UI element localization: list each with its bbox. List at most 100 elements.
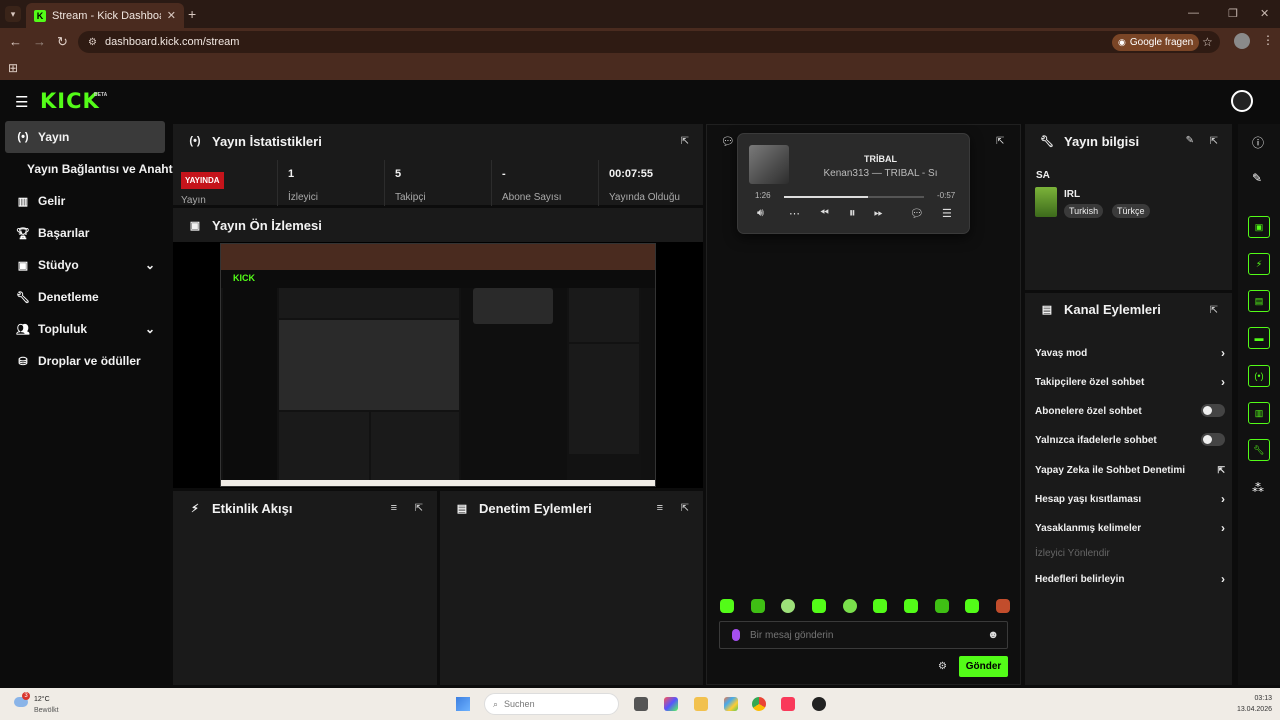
emote-icon[interactable]: [965, 599, 980, 613]
wrench-icon[interactable]: 🔧︎: [1248, 439, 1270, 461]
edit-pencil-icon[interactable]: ✎: [1186, 135, 1194, 146]
file-explorer-icon[interactable]: [694, 697, 708, 711]
site-info-icon[interactable]: ⚙: [88, 37, 97, 48]
popout-icon[interactable]: ⇱: [681, 136, 689, 147]
emote-icon[interactable]: [873, 599, 888, 613]
send-button[interactable]: Gönder: [959, 656, 1008, 677]
multistream-icon[interactable]: ⁂: [1252, 481, 1264, 495]
mini-info-panel: [569, 288, 639, 342]
popout-icon[interactable]: ⇱: [1210, 136, 1218, 147]
emote-icon[interactable]: [781, 599, 796, 613]
sidebar-item-label: Droplar ve ödüller: [38, 354, 141, 368]
task-view-icon[interactable]: [634, 697, 648, 711]
profile-avatar[interactable]: [1234, 33, 1250, 49]
google-ask-label: Google fragen: [1129, 37, 1194, 48]
emotes-only-toggle[interactable]: [1201, 433, 1225, 446]
filter-icon[interactable]: ≡: [391, 502, 397, 514]
volume-icon[interactable]: 🔊︎: [757, 207, 764, 220]
google-ask-button[interactable]: ◉ Google fragen: [1112, 34, 1200, 51]
music-app-icon[interactable]: [781, 697, 795, 711]
minimize-button[interactable]: —: [1188, 7, 1199, 19]
popout-icon[interactable]: ⇱: [415, 503, 423, 514]
sidebar-item-revenue[interactable]: ▥ Gelir: [5, 185, 165, 217]
popout-icon[interactable]: ⇱: [1210, 305, 1218, 316]
sidebar-item-moderation[interactable]: 🔧︎ Denetleme: [5, 281, 165, 313]
redirect-viewers-row: İzleyici Yönlendir: [1035, 543, 1225, 563]
emote-icon[interactable]: [934, 599, 949, 613]
app-icon[interactable]: [812, 697, 826, 711]
followers-only-row[interactable]: Takipçilere özel sohbet ›: [1035, 372, 1225, 392]
chat-message-field[interactable]: ☻: [719, 621, 1008, 649]
filter-icon[interactable]: ≡: [657, 502, 663, 514]
set-goals-row[interactable]: Hedefleri belirleyin ›: [1035, 569, 1225, 589]
mic-icon[interactable]: [732, 629, 740, 641]
taskbar-search[interactable]: ⌕ Suchen: [484, 693, 619, 715]
banned-words-row[interactable]: Yasaklanmış kelimeler ›: [1035, 518, 1225, 538]
actions-icon[interactable]: ▥: [1248, 402, 1270, 424]
reload-button[interactable]: ↻: [57, 34, 68, 50]
sidebar-item-drops[interactable]: ⛁ Droplar ve ödüller: [5, 345, 165, 377]
chat-icon[interactable]: ▬: [1248, 327, 1270, 349]
lyrics-icon[interactable]: 💬︎: [910, 207, 924, 220]
weather-temp: 12°C: [34, 696, 50, 703]
emote-icon[interactable]: [811, 599, 826, 613]
more-icon[interactable]: ⋯: [789, 207, 800, 220]
chrome-icon[interactable]: [752, 697, 766, 711]
account-age-row[interactable]: Hesap yaşı kısıtlaması ›: [1035, 489, 1225, 509]
copilot-icon[interactable]: [664, 697, 678, 711]
windows-start-icon[interactable]: [456, 697, 470, 711]
new-tab-button[interactable]: +: [188, 6, 196, 22]
progress-track[interactable]: [784, 196, 924, 198]
bookmark-star-icon[interactable]: ☆: [1202, 35, 1213, 49]
stream-preview-video[interactable]: KICK: [173, 242, 703, 488]
emote-icon[interactable]: [995, 599, 1010, 613]
chat-settings-icon[interactable]: ⚙: [938, 661, 947, 672]
sidebar-item-stream[interactable]: (•) Yayın: [5, 121, 165, 153]
restore-button[interactable]: ❐: [1228, 7, 1238, 20]
slow-mode-row[interactable]: Yavaş mod ›: [1035, 343, 1225, 363]
popout-icon[interactable]: ⇱: [996, 136, 1004, 147]
progress-fill: [784, 196, 868, 198]
close-tab-icon[interactable]: ✕: [167, 9, 176, 22]
hamburger-menu-icon[interactable]: ☰: [15, 93, 28, 111]
store-icon[interactable]: [724, 697, 738, 711]
emote-icon[interactable]: [903, 599, 918, 613]
close-window-button[interactable]: ✕: [1260, 7, 1269, 20]
sidebar-item-stream-key[interactable]: Yayın Bağlantısı ve Anahtarı: [5, 153, 187, 185]
browser-tab[interactable]: K Stream - Kick Dashboard ✕: [26, 3, 184, 28]
sidebar-item-studio[interactable]: ▣ Stüdyo ⌄: [5, 249, 165, 281]
sidebar-item-label: Stüdyo: [38, 258, 79, 272]
rewind-icon[interactable]: ⏪︎: [820, 207, 829, 220]
broadcast-icon[interactable]: (•): [1248, 365, 1270, 387]
document-icon[interactable]: ▤: [1248, 290, 1270, 312]
url-field[interactable]: ⚙ dashboard.kick.com/stream: [78, 31, 1220, 53]
emoji-icon[interactable]: ☻: [987, 629, 999, 641]
weather-widget[interactable]: 3 12°C Bewölkt: [10, 692, 70, 716]
emote-icon[interactable]: [842, 599, 857, 613]
lightning-icon[interactable]: ⚡︎: [1248, 253, 1270, 275]
sidebar-item-achievements[interactable]: 🏆︎ Başarılar: [5, 217, 165, 249]
queue-icon[interactable]: ☰: [942, 207, 952, 220]
forward-icon[interactable]: ⏩︎: [874, 207, 883, 220]
tab-list-button[interactable]: ▾: [5, 6, 21, 22]
sidebar-item-label: Başarılar: [38, 226, 90, 240]
chat-input[interactable]: [750, 629, 978, 641]
info-icon[interactable]: ⓘ: [1252, 134, 1264, 151]
pause-icon[interactable]: ⏸︎: [849, 205, 856, 221]
clock[interactable]: 03:13 13.04.2026: [1216, 693, 1272, 715]
clip-icon[interactable]: ▣: [1248, 216, 1270, 238]
subs-only-toggle[interactable]: [1201, 404, 1225, 417]
emote-icon[interactable]: [750, 599, 765, 613]
browser-menu-icon[interactable]: ⋮: [1262, 33, 1274, 47]
emote-icon[interactable]: [720, 599, 734, 613]
kick-logo[interactable]: KICK: [40, 89, 100, 113]
ai-moderation-row[interactable]: Yapay Zeka ile Sohbet Denetimi ⇱: [1035, 460, 1225, 480]
forward-button[interactable]: →: [33, 34, 46, 49]
user-avatar[interactable]: [1231, 90, 1253, 112]
edit-icon[interactable]: ✎: [1252, 171, 1262, 185]
sidebar-item-community[interactable]: 👥︎ Topluluk ⌄: [5, 313, 165, 345]
apps-grid-icon[interactable]: ⊞: [8, 61, 18, 75]
chevron-down-icon: ⌄: [144, 322, 155, 336]
back-button[interactable]: ←: [9, 34, 22, 49]
popout-icon[interactable]: ⇱: [681, 503, 689, 514]
